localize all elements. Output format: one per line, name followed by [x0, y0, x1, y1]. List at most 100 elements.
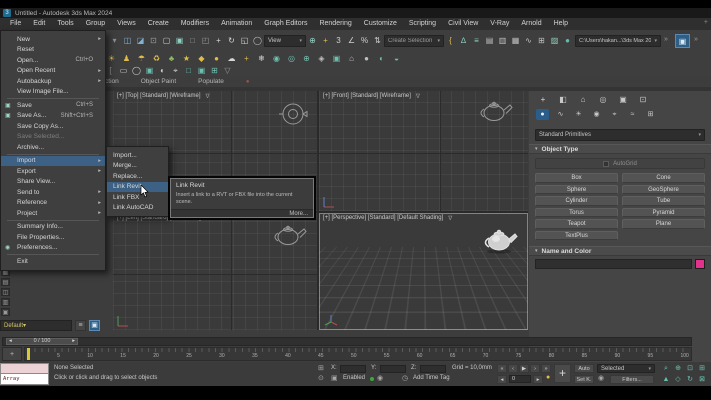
- tab-object-paint[interactable]: Object Paint: [141, 78, 176, 85]
- file-menu-item-export[interactable]: Export▸: [1, 166, 105, 177]
- viewport-layout-icon[interactable]: ▤: [1, 278, 10, 286]
- menubar-item[interactable]: Civil View: [442, 18, 484, 30]
- import-submenu-item-link-revit[interactable]: Link Revit: [107, 182, 168, 193]
- menubar-item[interactable]: Modifiers: [175, 18, 215, 30]
- import-submenu-item-link-fbx[interactable]: Link FBX: [107, 192, 168, 203]
- file-menu-item-exit[interactable]: Exit: [1, 256, 105, 267]
- workspace-icon[interactable]: ▣: [675, 34, 690, 48]
- menubar-item[interactable]: Customize: [358, 18, 403, 30]
- file-menu-item-archive[interactable]: Archive...: [1, 142, 105, 153]
- menubar-item[interactable]: Rendering: [313, 18, 357, 30]
- menubar-item[interactable]: Arnold: [515, 18, 547, 30]
- select-object-icon[interactable]: ▢: [160, 34, 173, 48]
- project-folder-dropdown[interactable]: C:\Users\hakan...\3ds Max 202 ▾: [575, 35, 661, 47]
- select-move-icon[interactable]: +: [212, 34, 225, 48]
- selection-lock-icon[interactable]: ⊙: [318, 374, 324, 382]
- menubar-item[interactable]: File: [4, 18, 27, 30]
- flyout-more-icon[interactable]: ▾: [108, 34, 121, 48]
- viewport-front-label[interactable]: [+] [Front] [Standard] [Wireframe]: [323, 93, 411, 100]
- object-type-button[interactable]: GeoSphere: [622, 185, 705, 195]
- object-type-button[interactable]: Plane: [622, 219, 705, 229]
- go-end-icon[interactable]: »: [541, 364, 551, 373]
- key-next-icon[interactable]: ▸: [533, 375, 543, 384]
- object-name-field[interactable]: [535, 259, 692, 269]
- tooltip-more-link[interactable]: More...: [170, 209, 314, 218]
- file-menu-item-open[interactable]: Open...Ctrl+O: [1, 55, 105, 66]
- file-menu-item-project[interactable]: Project▸: [1, 208, 105, 219]
- cameras-subtab-icon[interactable]: ◉: [590, 109, 603, 120]
- new-key-button[interactable]: +: [554, 364, 571, 383]
- menubar-item[interactable]: Graph Editors: [258, 18, 313, 30]
- viewport-perspective-label[interactable]: [+] [Perspective] [Standard] [Default Sh…: [323, 215, 443, 222]
- ball-icon[interactable]: ●: [359, 52, 374, 66]
- reference-coordinate-dropdown[interactable]: View ▾: [264, 35, 306, 47]
- import-submenu-item-replace[interactable]: Replace...: [107, 171, 168, 182]
- prev-frame-arrow-icon[interactable]: ◂: [9, 338, 12, 345]
- rollout-name-and-color[interactable]: ▾ Name and Color: [529, 246, 711, 256]
- toolbar-overflow-icon[interactable]: »: [664, 36, 668, 43]
- file-menu-item-save-copy-as[interactable]: Save Copy As...: [1, 121, 105, 132]
- transform-typein-icon[interactable]: ⊞: [318, 364, 324, 372]
- half-icon[interactable]: ◐: [374, 52, 389, 66]
- settings-gear-icon[interactable]: ◉: [377, 374, 383, 382]
- track-bar[interactable]: 0510152025303540455055606570758085909510…: [24, 347, 692, 361]
- motion-tab-icon[interactable]: ◎: [596, 94, 610, 105]
- file-menu-item-new[interactable]: New▸: [1, 34, 105, 45]
- viewport-front[interactable]: [+] [Front] [Standard] [Wireframe]∇: [319, 91, 528, 211]
- file-menu-item-import[interactable]: Import▸: [1, 156, 105, 167]
- spinner-snap-icon[interactable]: ⇅: [371, 34, 384, 48]
- mini-curve-editor-button[interactable]: +: [2, 347, 22, 361]
- select-scale-icon[interactable]: ◱: [238, 34, 251, 48]
- file-menu-item-preferences[interactable]: ◉Preferences...: [1, 243, 105, 254]
- category-dropdown[interactable]: Standard Primitives ▾: [535, 129, 705, 141]
- viewport-layout-icon[interactable]: ◫: [1, 288, 10, 296]
- autogrid-checkbox[interactable]: AutoGrid: [535, 158, 705, 169]
- select-manipulate-icon[interactable]: +: [319, 34, 332, 48]
- auto-key-button[interactable]: Auto: [574, 364, 594, 373]
- drop-icon[interactable]: ◒: [389, 52, 404, 66]
- set-key-button[interactable]: Set K.: [574, 375, 594, 384]
- angle-snap-icon[interactable]: ∠: [345, 34, 358, 48]
- systems-subtab-icon[interactable]: ⊞: [644, 109, 657, 120]
- list-toggle-icon[interactable]: ≡: [75, 320, 86, 331]
- isolate-selection-icon[interactable]: ▣: [331, 374, 338, 382]
- add-icon[interactable]: +: [239, 52, 254, 66]
- render-production-icon[interactable]: ●: [561, 34, 574, 48]
- zoom-icon[interactable]: ⌕: [660, 363, 672, 374]
- maxscript-mini-listener[interactable]: Array modifier: [0, 374, 49, 385]
- object-type-button[interactable]: Torus: [535, 208, 618, 218]
- zoom-extents-icon[interactable]: ⊡: [684, 363, 696, 374]
- next-frame-icon[interactable]: ›: [530, 364, 540, 373]
- scene-explorer-icon[interactable]: ▤: [483, 34, 496, 48]
- current-frame-marker[interactable]: [27, 348, 30, 360]
- time-slider-track[interactable]: ◂ 0 / 100 ▸: [2, 337, 692, 346]
- select-region-icon[interactable]: □: [186, 34, 199, 48]
- menubar-item[interactable]: Tools: [51, 18, 79, 30]
- curve-editor-icon[interactable]: ∿: [522, 34, 535, 48]
- ribbon-flyout-icon[interactable]: ●: [246, 79, 250, 85]
- menubar-overflow-icon[interactable]: +: [704, 19, 708, 26]
- teapot-front-view[interactable]: [477, 97, 513, 123]
- snow-icon[interactable]: ❄: [254, 52, 269, 66]
- x-field[interactable]: [340, 365, 366, 373]
- object-color-swatch[interactable]: [695, 259, 705, 269]
- snap-3d-icon[interactable]: 3: [332, 34, 345, 48]
- use-pivot-icon[interactable]: ⊕: [306, 34, 319, 48]
- object-type-button[interactable]: Pyramid: [622, 208, 705, 218]
- object-type-button[interactable]: Box: [535, 173, 618, 183]
- align-icon[interactable]: ≡: [470, 34, 483, 48]
- filter-funnel-icon[interactable]: ∇: [206, 93, 210, 100]
- zoom-all-icon[interactable]: ⊕: [672, 363, 684, 374]
- file-menu-item-view-image-file[interactable]: View Image File...: [1, 87, 105, 98]
- object-type-button[interactable]: Cylinder: [535, 196, 618, 206]
- render-frame-icon[interactable]: ▨: [548, 34, 561, 48]
- z-field[interactable]: [420, 365, 446, 373]
- helpers-subtab-icon[interactable]: ⌖: [608, 109, 621, 120]
- ring-icon[interactable]: ◎: [284, 52, 299, 66]
- menubar-item[interactable]: Scripting: [403, 18, 442, 30]
- menubar-item[interactable]: Group: [80, 18, 111, 30]
- play-icon[interactable]: ▶: [519, 364, 529, 373]
- file-menu-item-reset[interactable]: Reset: [1, 45, 105, 56]
- maximize-viewport-icon[interactable]: ⊠: [696, 374, 708, 385]
- schematic-view-icon[interactable]: ⊞: [535, 34, 548, 48]
